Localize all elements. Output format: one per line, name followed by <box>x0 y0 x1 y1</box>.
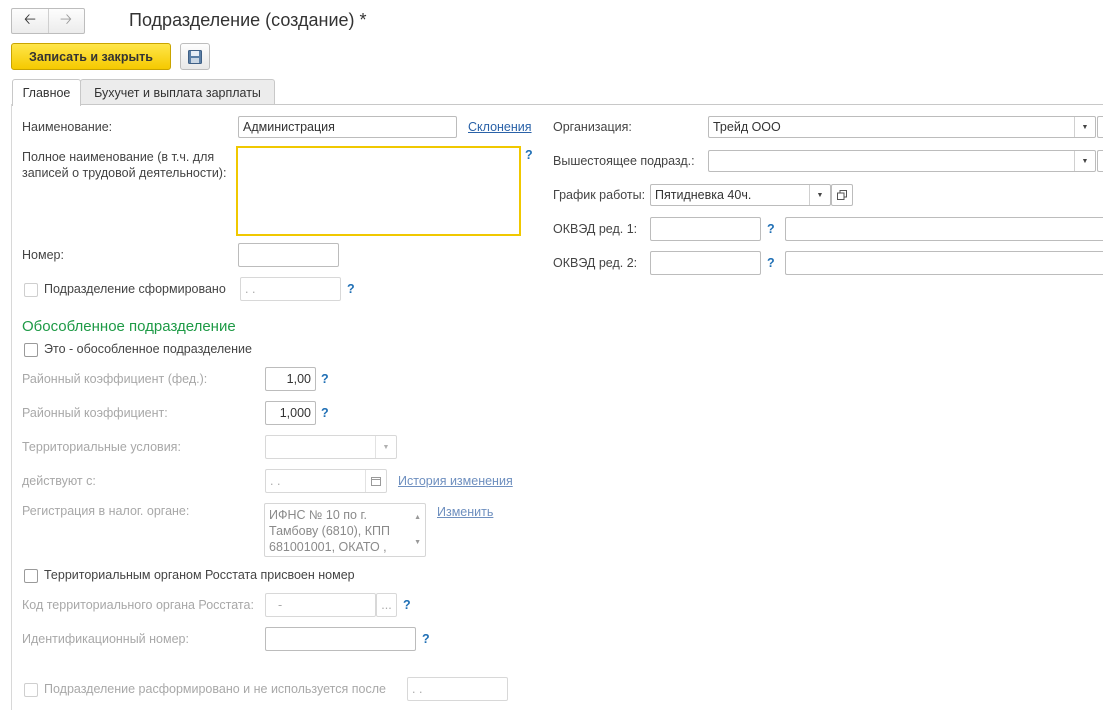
chevron-down-icon[interactable]: ▼ <box>1074 151 1095 171</box>
formed-date-input[interactable]: . . <box>240 277 341 301</box>
tab-main[interactable]: Главное <box>12 79 81 106</box>
change-registration-link[interactable]: Изменить <box>437 505 493 519</box>
parent-unit-label: Вышестоящее подразд.: <box>553 154 695 168</box>
number-input[interactable] <box>238 243 339 267</box>
territorial-conditions-select[interactable]: ▼ <box>265 435 397 459</box>
rosstat-number-checkbox[interactable] <box>24 569 38 583</box>
regional-coef-label: Районный коэффициент: <box>22 406 168 420</box>
okved1-name-input[interactable] <box>785 217 1103 241</box>
okved2-help-icon[interactable]: ? <box>767 256 775 270</box>
rosstat-code-select-button[interactable]: ... <box>376 593 397 617</box>
parent-unit-open-button[interactable] <box>1097 150 1103 172</box>
save-button[interactable] <box>180 43 210 70</box>
regional-coef-fed-input[interactable]: 1,00 <box>265 367 316 391</box>
parent-unit-input[interactable]: ▼ <box>708 150 1096 172</box>
chevron-down-icon[interactable]: ▼ <box>809 185 830 205</box>
tabs-divider <box>11 104 1103 105</box>
organization-label: Организация: <box>553 120 632 134</box>
number-label: Номер: <box>22 248 64 262</box>
formed-help-icon[interactable]: ? <box>347 282 355 296</box>
formed-checkbox[interactable] <box>24 283 38 297</box>
open-window-icon <box>837 190 847 200</box>
formed-label: Подразделение сформировано <box>44 282 226 296</box>
name-label: Наименование: <box>22 120 113 134</box>
name-input[interactable]: Администрация <box>238 116 457 138</box>
okved2-label: ОКВЭД ред. 2: <box>553 256 638 270</box>
tab-accounting-payroll[interactable]: Бухучет и выплата зарплаты <box>80 79 275 105</box>
id-number-label: Идентификационный номер: <box>22 632 189 646</box>
tax-registration-value: ИФНС № 10 по г. Тамбову (6810), КПП 6810… <box>269 508 391 554</box>
tax-registration-field[interactable]: ИФНС № 10 по г. Тамбову (6810), КПП 6810… <box>264 503 426 557</box>
floppy-disk-icon <box>188 49 202 64</box>
separate-subdivision-heading: Обособленное подразделение <box>22 318 236 335</box>
page-title: Подразделение (создание) * <box>129 10 367 30</box>
okved2-name-input[interactable] <box>785 251 1103 275</box>
okved1-code-input[interactable] <box>650 217 761 241</box>
regional-coef-help-icon[interactable]: ? <box>321 406 329 420</box>
chevron-down-icon[interactable]: ▼ <box>1074 117 1095 137</box>
regional-coef-input[interactable]: 1,000 <box>265 401 316 425</box>
save-and-close-button[interactable]: Записать и закрыть <box>11 43 171 70</box>
is-separate-label: Это - обособленное подразделение <box>44 342 252 356</box>
schedule-input[interactable]: Пятидневка 40ч. ▼ <box>650 184 831 206</box>
id-number-help-icon[interactable]: ? <box>422 632 430 646</box>
chevron-down-icon[interactable]: ▼ <box>375 436 396 458</box>
declensions-link[interactable]: Склонения <box>468 120 532 134</box>
forward-button[interactable]: 🡢 <box>48 9 84 33</box>
schedule-label: График работы: <box>553 188 646 202</box>
regional-coef-fed-label: Районный коэффициент (фед.): <box>22 372 208 386</box>
tax-registration-label: Регистрация в налог. органе: <box>22 504 190 518</box>
organization-open-button[interactable] <box>1097 116 1103 138</box>
back-button[interactable]: 🡠 <box>12 9 49 33</box>
okved2-code-input[interactable] <box>650 251 761 275</box>
territorial-conditions-label: Территориальные условия: <box>22 440 181 454</box>
scroll-down-icon[interactable]: ▼ <box>414 535 421 551</box>
panel-border <box>11 104 12 710</box>
arrow-right-icon: 🡢 <box>59 10 73 28</box>
valid-from-value: . . <box>270 474 281 488</box>
full-name-textarea[interactable] <box>236 146 521 236</box>
disbanded-checkbox[interactable] <box>24 683 38 697</box>
id-number-input[interactable] <box>265 627 416 651</box>
disbanded-date-input[interactable]: . . <box>407 677 508 701</box>
organization-input[interactable]: Трейд ООО ▼ <box>708 116 1096 138</box>
valid-from-label: действуют с: <box>22 474 96 488</box>
calendar-icon[interactable] <box>365 470 386 492</box>
valid-from-date-input[interactable]: . . <box>265 469 387 493</box>
okved1-help-icon[interactable]: ? <box>767 222 775 236</box>
organization-value: Трейд ООО <box>713 120 781 134</box>
scroll-up-icon[interactable]: ▲ <box>414 510 421 526</box>
rosstat-number-label: Территориальным органом Росстата присвое… <box>44 568 355 582</box>
rosstat-code-label: Код территориального органа Росстата: <box>22 598 254 612</box>
is-separate-checkbox[interactable] <box>24 343 38 357</box>
disbanded-label: Подразделение расформировано и не исполь… <box>44 682 386 696</box>
full-name-help-icon[interactable]: ? <box>525 148 533 162</box>
navigation-buttons: 🡠 🡢 <box>11 8 85 34</box>
regional-coef-fed-help-icon[interactable]: ? <box>321 372 329 386</box>
schedule-open-button[interactable] <box>831 184 853 206</box>
schedule-value: Пятидневка 40ч. <box>655 188 752 202</box>
full-name-label-line2: записей о трудовой деятельности): <box>22 166 227 180</box>
rosstat-code-input[interactable]: - <box>265 593 376 617</box>
okved1-label: ОКВЭД ред. 1: <box>553 222 638 236</box>
rosstat-code-help-icon[interactable]: ? <box>403 598 411 612</box>
full-name-label-line1: Полное наименование (в т.ч. для <box>22 150 215 164</box>
history-link[interactable]: История изменения <box>398 474 513 488</box>
arrow-left-icon: 🡠 <box>23 10 37 28</box>
